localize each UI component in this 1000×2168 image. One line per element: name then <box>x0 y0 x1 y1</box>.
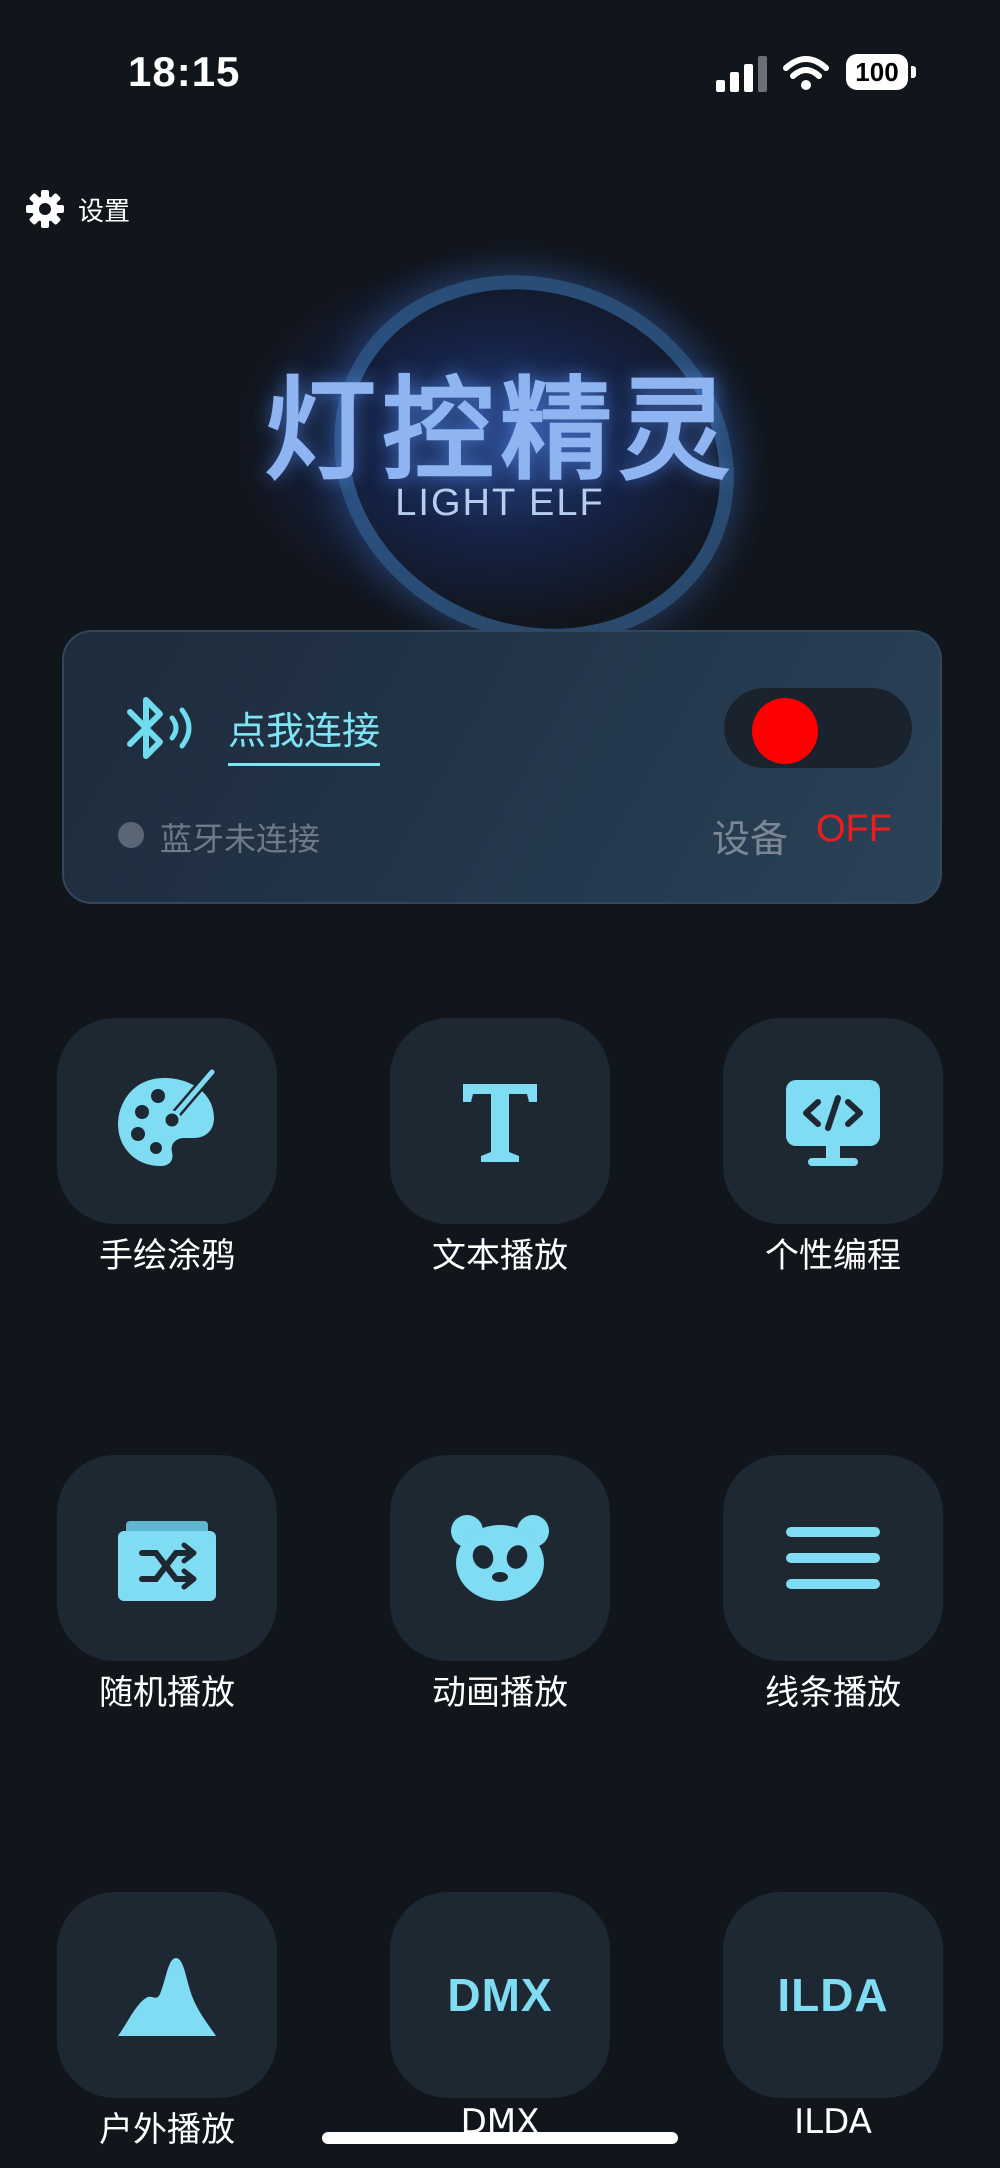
shuffle-folder-icon <box>118 1521 216 1601</box>
app-subtitle: LIGHT ELF <box>395 482 605 524</box>
bluetooth-status-dot <box>118 822 144 848</box>
ilda-icon: ILDA <box>777 1969 889 2021</box>
connect-link[interactable]: 点我连接 <box>228 700 381 766</box>
feature-tile <box>57 1455 277 1661</box>
battery-icon: 100 <box>846 54 918 92</box>
bluetooth-icon <box>127 697 192 759</box>
feature-animation-play[interactable]: 动画播放 <box>390 1455 610 1715</box>
settings-button[interactable]: 设置 <box>24 186 130 232</box>
feature-tile <box>723 1455 943 1661</box>
feature-text-play[interactable]: 文本播放 <box>390 1018 610 1278</box>
settings-label: 设置 <box>78 196 131 227</box>
feature-label: 文本播放 <box>432 1236 568 1276</box>
code-monitor-icon <box>786 1080 880 1166</box>
feature-tile <box>390 1455 610 1661</box>
feature-tile <box>390 1018 610 1224</box>
cellular-signal-icon <box>716 56 767 92</box>
device-state: OFF <box>816 808 892 850</box>
feature-label: 动画播放 <box>432 1673 568 1713</box>
power-toggle[interactable] <box>724 688 912 768</box>
feature-random-play[interactable]: 随机播放 <box>57 1455 277 1715</box>
feature-tile <box>57 1892 277 2098</box>
status-bar: 18:15 100 <box>0 0 1000 150</box>
home-indicator[interactable] <box>322 2132 678 2144</box>
text-icon <box>463 1084 537 1162</box>
battery-level: 100 <box>846 54 908 90</box>
lines-icon <box>786 1527 880 1589</box>
feature-tile: DMX <box>390 1892 610 2098</box>
feature-tile: ILDA <box>723 1892 943 2098</box>
gear-icon <box>26 190 64 228</box>
feature-label: ILDA <box>794 2102 872 2142</box>
mountain-icon <box>118 1958 216 2036</box>
app-title: 灯控精灵 <box>264 366 736 496</box>
power-toggle-knob <box>752 698 818 764</box>
panda-icon <box>451 1515 549 1601</box>
feature-line-play[interactable]: 线条播放 <box>723 1455 943 1715</box>
hero-banner: 灯控精灵 LIGHT ELF <box>0 210 1000 708</box>
bluetooth-connect-card: 点我连接 蓝牙未连接 设备 OFF <box>62 630 942 904</box>
feature-outdoor-play[interactable]: 户外播放 <box>57 1892 277 2152</box>
feature-label: 随机播放 <box>99 1673 235 1713</box>
dmx-icon: DMX <box>447 1969 553 2021</box>
feature-label: 户外播放 <box>99 2110 235 2150</box>
feature-ilda[interactable]: ILDA ILDA <box>723 1892 943 2152</box>
wifi-icon <box>783 56 829 90</box>
bluetooth-status-text: 蓝牙未连接 <box>160 820 321 858</box>
feature-tile <box>57 1018 277 1224</box>
feature-label: 个性编程 <box>765 1236 901 1276</box>
feature-programming[interactable]: 个性编程 <box>723 1018 943 1278</box>
feature-label: 线条播放 <box>765 1673 901 1713</box>
device-label: 设备 <box>712 817 789 861</box>
status-time: 18:15 <box>128 48 241 95</box>
palette-icon <box>118 1067 217 1166</box>
feature-tile <box>723 1018 943 1224</box>
feature-label: 手绘涂鸦 <box>99 1236 235 1276</box>
feature-dmx[interactable]: DMX DMX <box>390 1892 610 2152</box>
feature-doodle[interactable]: 手绘涂鸦 <box>57 1018 277 1278</box>
